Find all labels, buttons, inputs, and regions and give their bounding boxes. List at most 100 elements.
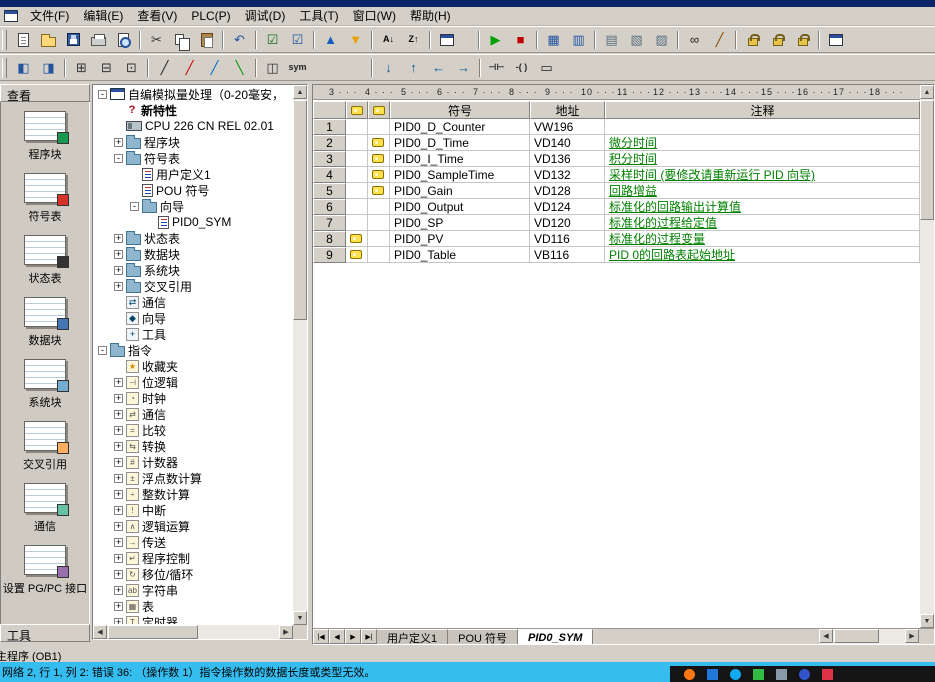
print-preview-button[interactable] xyxy=(112,29,135,50)
sidebar-item-program-block[interactable]: 程序块 xyxy=(1,102,89,164)
tree-item-1[interactable]: -自编模拟量处理（0-20毫安， xyxy=(94,86,292,102)
collapse-icon[interactable]: - xyxy=(130,202,139,211)
tree-horizontal-scrollbar[interactable]: ◀ ▶ xyxy=(93,625,293,639)
pause-chart-button[interactable]: ▧ xyxy=(625,29,648,50)
table-horizontal-scrollbar[interactable]: ◀ ▶ xyxy=(819,629,919,644)
expand-icon[interactable]: + xyxy=(114,554,123,563)
bookmark-button[interactable] xyxy=(824,29,847,50)
column-header-2[interactable]: 地址 xyxy=(530,101,605,119)
expand-icon[interactable]: + xyxy=(114,570,123,579)
expand-icon[interactable]: + xyxy=(114,282,123,291)
blue-wand-button[interactable]: ╱ xyxy=(203,57,226,78)
print-button[interactable] xyxy=(87,29,110,50)
sidebar-item-status-chart[interactable]: 状态表 xyxy=(1,226,89,288)
tree-item-4[interactable]: +程序块 xyxy=(94,134,292,150)
menu-item-8[interactable]: 帮助(H) xyxy=(403,5,458,27)
tree-item-17[interactable]: -指令 xyxy=(94,342,292,358)
sidebar-item-system-block[interactable]: 系统块 xyxy=(1,350,89,412)
prev-view-button[interactable]: ◧ xyxy=(12,57,35,78)
save-button[interactable] xyxy=(62,29,85,50)
single-read-button[interactable]: ▨ xyxy=(650,29,673,50)
last-sheet-button[interactable]: ▶| xyxy=(361,629,377,644)
row-number[interactable]: 7 xyxy=(313,215,346,231)
row-number[interactable]: 6 xyxy=(313,199,346,215)
sidebar-item-data-block[interactable]: 数据块 xyxy=(1,288,89,350)
prev-sheet-button[interactable]: ◀ xyxy=(329,629,345,644)
force-wand-button[interactable]: ╱ xyxy=(708,29,731,50)
address-cell[interactable]: VD124 xyxy=(530,199,605,215)
comment-cell[interactable]: 采样时间 (要修改请重新运行 PID 向导) xyxy=(605,167,920,183)
tree-item-16[interactable]: +工具 xyxy=(94,326,292,342)
taskbar-icon-3[interactable] xyxy=(730,669,741,680)
expand-icon[interactable]: + xyxy=(114,618,123,625)
paste-button[interactable] xyxy=(195,29,218,50)
expand-icon[interactable]: + xyxy=(114,538,123,547)
sheet-tab-1[interactable]: 用户定义1 xyxy=(377,629,448,644)
taskbar-icon-5[interactable] xyxy=(776,669,787,680)
tree-hscroll-thumb[interactable] xyxy=(108,625,198,639)
unforce-lock-button[interactable] xyxy=(766,29,789,50)
tools-sidebar-header[interactable]: 工具 xyxy=(0,624,90,642)
taskbar-icon-1[interactable] xyxy=(684,669,695,680)
table-vertical-scrollbar[interactable]: ▲ ▼ xyxy=(920,85,934,628)
read-force-button[interactable] xyxy=(791,29,814,50)
symbolic-addressing-button[interactable]: sym xyxy=(286,57,309,78)
flag-column-header[interactable] xyxy=(368,101,390,119)
sidebar-item-cross-reference[interactable]: 交叉引用 xyxy=(1,412,89,474)
tree-item-30[interactable]: +↵程序控制 xyxy=(94,550,292,566)
tree-item-29[interactable]: +→传送 xyxy=(94,534,292,550)
comment-cell[interactable]: 积分时间 xyxy=(605,151,920,167)
symbol-name-cell[interactable]: PID0_Table xyxy=(390,247,530,263)
tree-item-19[interactable]: +⊣位逻辑 xyxy=(94,374,292,390)
scroll-right-icon[interactable]: ▶ xyxy=(279,625,293,639)
collapse-icon[interactable]: - xyxy=(114,154,123,163)
expand-icon[interactable]: + xyxy=(114,266,123,275)
program-status-button[interactable]: ▦ xyxy=(542,29,565,50)
table-hscroll-thumb[interactable] xyxy=(834,629,879,643)
menu-item-7[interactable]: 窗口(W) xyxy=(346,5,403,27)
comment-cell[interactable]: 标准化的过程变量 xyxy=(605,231,920,247)
sheet-tab-3[interactable]: PID0_SYM xyxy=(518,629,593,644)
options-button[interactable] xyxy=(435,29,458,50)
address-cell[interactable]: VB116 xyxy=(530,247,605,263)
expand-icon[interactable]: + xyxy=(114,378,123,387)
run-button[interactable]: ▶ xyxy=(484,29,507,50)
scroll-down-icon[interactable]: ▼ xyxy=(293,611,307,625)
menu-item-4[interactable]: PLC(P) xyxy=(184,7,237,26)
tree-item-20[interactable]: +◔时钟 xyxy=(94,390,292,406)
insert-contact-button[interactable]: ⊣⊢ xyxy=(485,57,508,78)
symbol-name-cell[interactable]: PID0_I_Time xyxy=(390,151,530,167)
symbol-name-cell[interactable]: PID0_Output xyxy=(390,199,530,215)
expand-icon[interactable]: + xyxy=(114,138,123,147)
address-cell[interactable]: VD120 xyxy=(530,215,605,231)
address-cell[interactable]: VD132 xyxy=(530,167,605,183)
next-sheet-button[interactable]: ▶ xyxy=(345,629,361,644)
table-vscroll-thumb[interactable] xyxy=(920,100,934,220)
toolbar-grip[interactable] xyxy=(2,30,7,50)
address-cell[interactable]: VD116 xyxy=(530,231,605,247)
next-view-button[interactable]: ◨ xyxy=(37,57,60,78)
expand-icon[interactable]: + xyxy=(114,490,123,499)
row-number[interactable]: 2 xyxy=(313,135,346,151)
delete-network-button[interactable]: ⊟ xyxy=(95,57,118,78)
insert-coil-button[interactable]: -( ) xyxy=(510,57,533,78)
sort-descending-button[interactable]: Z↑ xyxy=(402,29,425,50)
expand-icon[interactable]: + xyxy=(114,442,123,451)
symbol-name-cell[interactable]: PID0_SP xyxy=(390,215,530,231)
address-cell[interactable]: VW196 xyxy=(530,119,605,135)
menu-item-5[interactable]: 调试(D) xyxy=(238,5,293,27)
insert-network-button[interactable]: ⊞ xyxy=(70,57,93,78)
scroll-right-icon[interactable]: ▶ xyxy=(905,629,919,643)
chart-status-button[interactable]: ▤ xyxy=(600,29,623,50)
comment-cell[interactable]: PID 0的回路表起始地址 xyxy=(605,247,920,263)
expand-icon[interactable]: + xyxy=(114,458,123,467)
row-number[interactable]: 9 xyxy=(313,247,346,263)
insert-box-button[interactable]: ▭ xyxy=(535,57,558,78)
tree-item-6[interactable]: 用户定义1 xyxy=(94,166,292,182)
toggle-view-button[interactable]: ◫ xyxy=(261,57,284,78)
expand-icon[interactable]: + xyxy=(114,394,123,403)
menu-item-2[interactable]: 编辑(E) xyxy=(76,5,130,27)
tree-item-33[interactable]: +▦表 xyxy=(94,598,292,614)
tree-item-8[interactable]: -向导 xyxy=(94,198,292,214)
symbol-name-cell[interactable]: PID0_D_Counter xyxy=(390,119,530,135)
